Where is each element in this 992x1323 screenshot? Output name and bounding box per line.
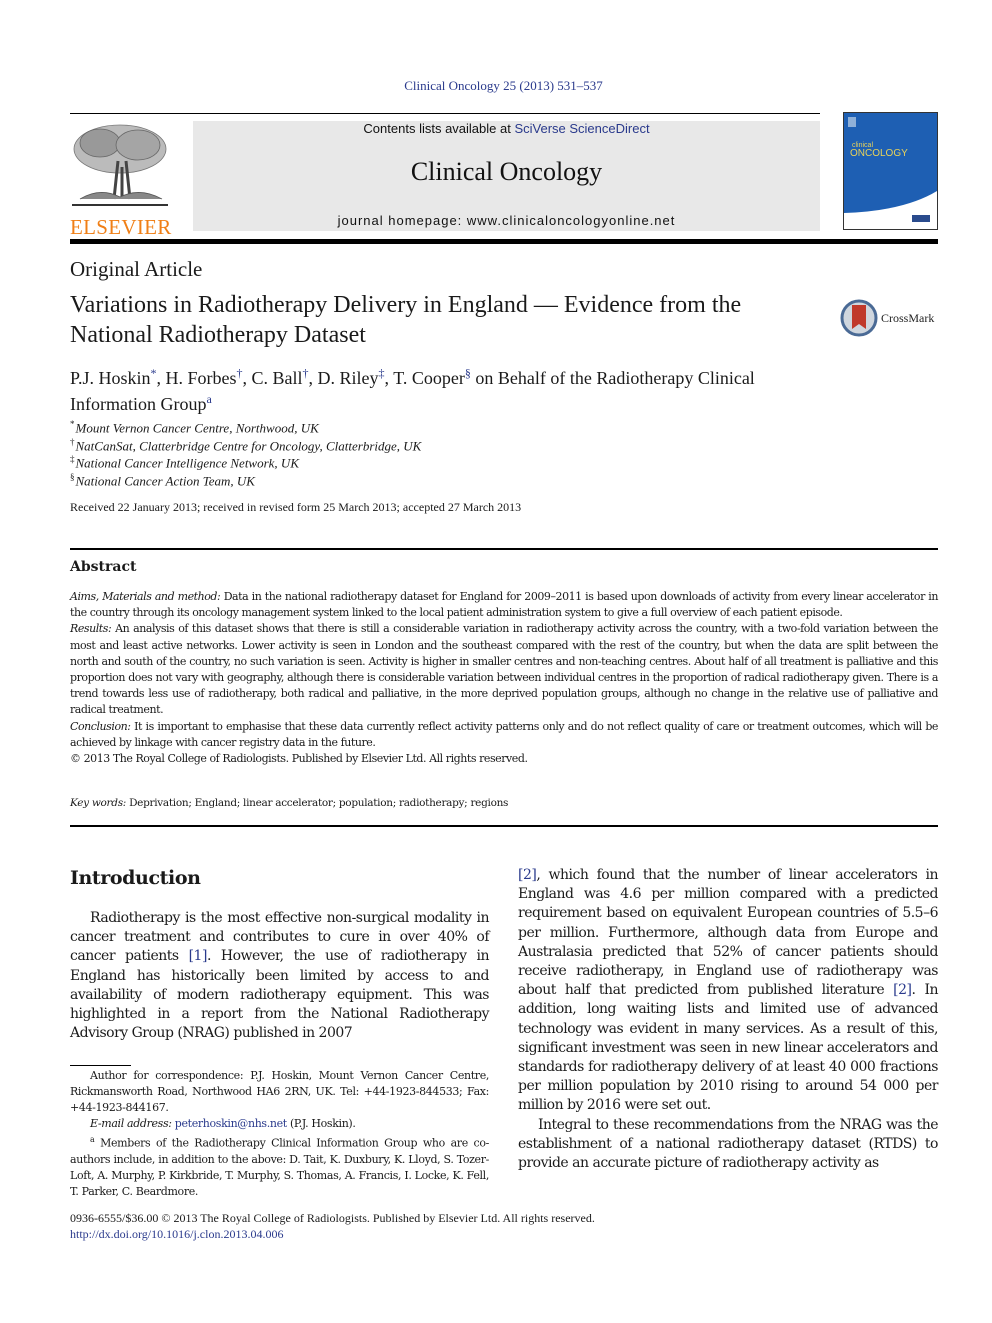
reference-link[interactable]: [2] [518,867,537,883]
reference-link[interactable]: [1] [189,948,208,964]
crossmark-label: CrossMark [881,310,935,325]
article-title: Variations in Radiotherapy Delivery in E… [70,292,742,348]
header-divider [70,113,820,114]
author-group-mark[interactable]: a [206,392,211,406]
header-thick-divider [70,239,938,244]
body-text: . In addition, long waiting lists and li… [518,982,939,1114]
abstract-results: Results: An analysis of this dataset sho… [70,621,938,718]
affiliation-mark: † [70,437,75,447]
affiliation-mark: § [70,472,75,482]
author-name: C. Ball [251,368,303,388]
journal-title: Clinical Oncology [410,157,603,186]
email-link[interactable]: peterhoskin@nhs.net [175,1117,287,1130]
email-label: E-mail address: [90,1117,172,1130]
issn-line: 0936-6555/$36.00 © 2013 The Royal Colleg… [70,1211,595,1225]
journal-cover-icon: clinical ONCOLOGY [844,113,937,222]
footnote-group: a Members of the Radiotherapy Clinical I… [70,1132,489,1200]
footnote-divider [70,1065,131,1066]
footnote-correspondence: Author for correspondence: P.J. Hoskin, … [70,1069,489,1114]
author-list: P.J. Hoskin*, H. Forbes†, C. Ball†, D. R… [70,366,755,414]
footnotes: Author for correspondence: P.J. Hoskin, … [70,1068,489,1200]
abstract-bottom-divider [70,825,938,827]
abstract-results-label: Results: [70,622,112,636]
introduction-heading: Introduction [70,867,201,889]
keywords: Key words: Deprivation; England; linear … [70,797,508,809]
affiliation: §National Cancer Action Team, UK [70,469,255,489]
author-mark[interactable]: † [237,366,243,380]
footnote-email: E-mail address: peterhoskin@nhs.net (P.J… [70,1116,489,1132]
footnote-group-text: Members of the Radiotherapy Clinical Inf… [70,1136,489,1198]
article-type: Original Article [70,257,203,281]
abstract-conclusion-text: It is important to emphasise that these … [70,719,938,749]
affiliation-mark: ‡ [70,454,75,464]
keywords-text: Deprivation; England; linear accelerator… [126,797,509,809]
abstract-copyright: © 2013 The Royal College of Radiologists… [70,752,528,766]
journal-homepage[interactable]: journal homepage: www.clinicaloncologyon… [193,213,820,228]
intro-paragraph-1b: [2], which found that the number of line… [518,866,939,1116]
author-mark[interactable]: * [151,366,157,380]
elsevier-wordmark: ELSEVIER [70,215,172,239]
author-name: H. Forbes [165,368,237,388]
elsevier-tree-icon [70,121,170,207]
abstract-body: Aims, Materials and method: Data in the … [70,589,938,767]
abstract-aims: Aims, Materials and method: Data in the … [70,589,938,621]
abstract-results-text: An analysis of this dataset shows that t… [70,622,938,717]
crossmark-icon [840,299,878,337]
abstract-heading: Abstract [70,559,137,575]
elsevier-logo[interactable]: ELSEVIER [70,121,171,238]
contents-prefix: Contents lists available at [363,121,515,136]
affiliation-text: National Cancer Action Team, UK [75,473,255,489]
page-footer: 0936-6555/$36.00 © 2013 The Royal Colleg… [70,1210,595,1242]
doi-link[interactable]: http://dx.doi.org/10.1016/j.clon.2013.04… [70,1226,595,1242]
journal-cover[interactable]: clinical ONCOLOGY [843,112,938,230]
author-name: D. Riley [317,368,379,388]
intro-column-left: Radiotherapy is the most effective non-s… [70,909,490,1043]
intro-column-right: [2], which found that the number of line… [518,866,939,1173]
abstract-top-divider [70,548,938,550]
received-dates: Received 22 January 2013; received in re… [70,500,522,514]
crossmark-badge[interactable]: CrossMark [840,298,940,338]
abstract-conclusion-label: Conclusion: [70,719,131,733]
keywords-label: Key words: [70,797,127,809]
body-text: , which found that the number of linear … [518,867,939,999]
intro-paragraph-1a: Radiotherapy is the most effective non-s… [70,909,490,1043]
contents-line: Contents lists available at SciVerse Sci… [193,121,820,136]
abstract-aims-label: Aims, Materials and method: [70,590,221,603]
journal-masthead: Contents lists available at SciVerse Sci… [193,121,820,231]
abstract-conclusion: Conclusion: It is important to emphasise… [70,719,938,751]
cover-title-large: ONCOLOGY [850,148,908,159]
sciencedirect-link[interactable]: SciVerse ScienceDirect [514,121,649,136]
reference-link[interactable]: [2] [893,982,912,998]
author-mark[interactable]: † [303,366,309,380]
journal-citation[interactable]: Clinical Oncology 25 (2013) 531–537 [0,78,992,94]
intro-paragraph-2: Integral to these recommendations from t… [518,1116,939,1172]
author-name: P.J. Hoskin [70,368,151,388]
email-suffix: (P.J. Hoskin). [286,1117,356,1130]
author-mark[interactable]: ‡ [379,366,385,380]
author-name: T. Cooper [393,368,465,388]
affiliation-mark: * [70,419,75,429]
